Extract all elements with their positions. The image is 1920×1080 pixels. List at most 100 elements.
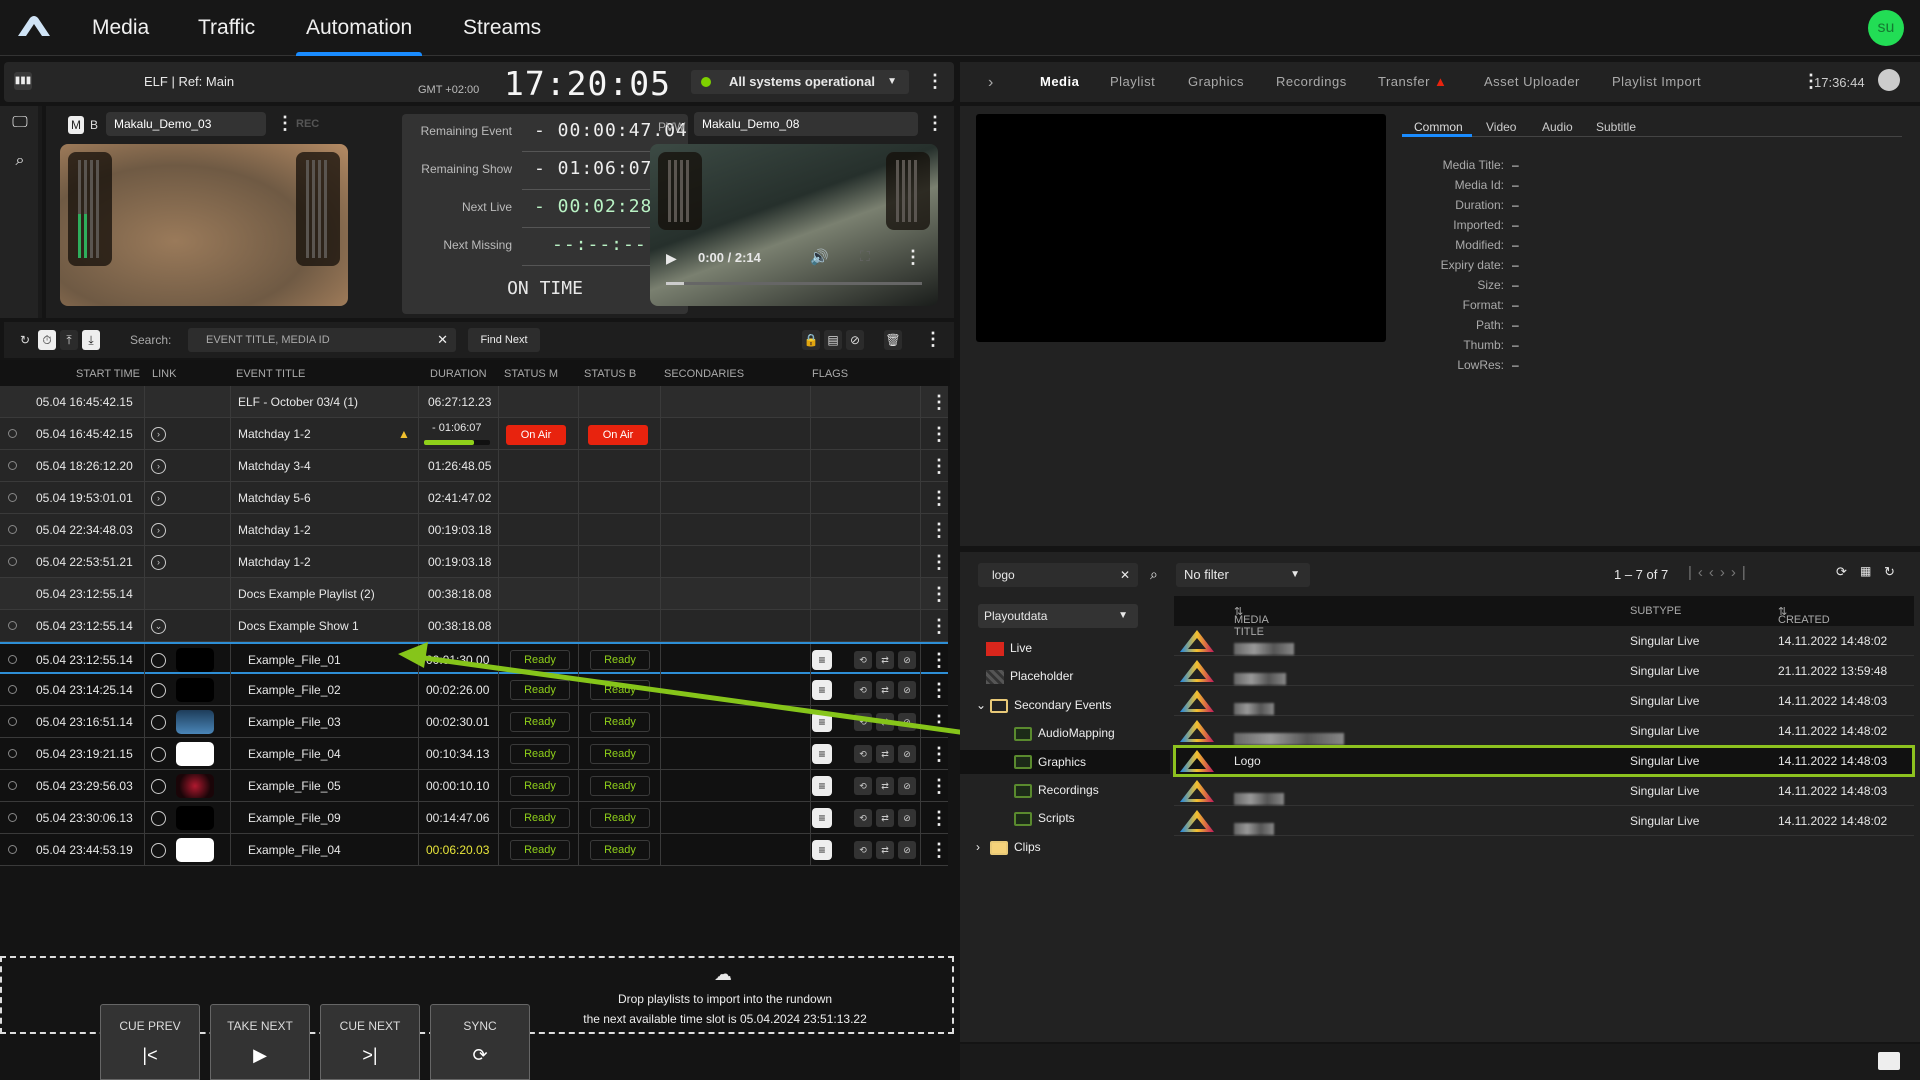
scroll-bottom-icon[interactable]: ⤓ (82, 330, 100, 350)
col-start-time[interactable]: START TIME (76, 368, 140, 380)
clear-search-icon[interactable]: ✕ (437, 328, 448, 352)
channel-menu-button[interactable]: ⋮ (926, 72, 944, 90)
table-row[interactable]: 05.04 19:53:01.01 › Matchday 5-6 02:41:47.0… (0, 482, 948, 514)
flag-loop-icon[interactable]: ⟲ (854, 651, 872, 669)
notes-icon[interactable]: ≡ (812, 680, 832, 700)
row-menu-button[interactable]: ⋮ (930, 770, 948, 802)
flag-loop-icon[interactable]: ⟲ (854, 777, 872, 795)
flag-loop-icon[interactable]: ⟲ (854, 841, 872, 859)
preview-menu-button[interactable]: ⋮ (926, 114, 944, 132)
table-row[interactable]: 05.04 23:30:06.13 Example_File_09 00:14:47… (0, 802, 948, 834)
media-filter-dropdown[interactable]: No filter ▼ (1176, 563, 1310, 587)
user-avatar[interactable]: su (1868, 10, 1904, 46)
tab-graphics[interactable]: Graphics (1188, 74, 1244, 89)
row-menu-button[interactable]: ⋮ (930, 674, 948, 706)
flag-split-icon[interactable]: ⇄ (876, 681, 894, 699)
notes-icon[interactable]: ≡ (812, 808, 832, 828)
table-row[interactable]: 05.04 23:29:56.03 Example_File_05 00:00:10… (0, 770, 948, 802)
flag-split-icon[interactable]: ⇄ (876, 841, 894, 859)
scroll-top-icon[interactable]: ⤒ (60, 330, 78, 350)
row-menu-button[interactable]: ⋮ (930, 802, 948, 834)
find-next-button[interactable]: Find Next (468, 328, 540, 352)
app-logo-icon[interactable] (16, 14, 52, 38)
sync-button[interactable]: SYNC ⟳ (430, 1004, 530, 1080)
flag-split-icon[interactable]: ⇄ (876, 651, 894, 669)
notes-icon[interactable]: ≡ (812, 840, 832, 860)
cue-prev-button[interactable]: CUE PREV |< (100, 1004, 200, 1080)
row-menu-button[interactable]: ⋮ (930, 706, 948, 738)
cue-next-button[interactable]: CUE NEXT >| (320, 1004, 420, 1080)
table-row[interactable]: 05.04 18:26:12.20 › Matchday 3-4 01:26:48.0… (0, 450, 948, 482)
flag-hide-icon[interactable]: ⊘ (898, 681, 916, 699)
tab-common[interactable]: Common (1414, 120, 1463, 134)
refresh-icon[interactable]: ↻ (16, 330, 34, 350)
media-row[interactable]: Singular Live 14.11.2022 14:48:03 (1174, 776, 1914, 806)
tab-audio[interactable]: Audio (1542, 120, 1573, 134)
timer-off-icon[interactable]: ⏱ (38, 330, 56, 350)
system-status-dropdown[interactable]: All systems operational ▼ (691, 70, 909, 94)
media-row[interactable]: Singular Live 21.11.2022 13:59:48 (1174, 656, 1914, 686)
media-row[interactable]: Singular Live 14.11.2022 14:48:02 (1174, 626, 1914, 656)
media-row[interactable]: Logo Singular Live 14.11.2022 14:48:03 (1173, 745, 1915, 777)
table-row[interactable]: 05.04 23:12:55.14 Docs Example Playlist (… (0, 578, 948, 610)
rundown-search-input[interactable]: EVENT TITLE, MEDIA ID ✕ (188, 328, 456, 352)
fullscreen-icon[interactable]: ⛶ (860, 248, 870, 265)
hide-secondaries-icon[interactable]: ⊘ (846, 330, 864, 350)
media-row[interactable]: Singular Live 14.11.2022 14:48:02 (1174, 716, 1914, 746)
volume-icon[interactable]: 🔊 (810, 248, 829, 266)
link-icon[interactable]: › (151, 459, 166, 474)
row-menu-button[interactable]: ⋮ (930, 738, 948, 770)
table-row[interactable]: 05.04 22:53:51.21 › Matchday 1-2 00:19:03.1… (0, 546, 948, 578)
source-dropdown[interactable]: Playoutdata ▼ (978, 604, 1138, 628)
col-duration[interactable]: DURATION (430, 368, 487, 380)
row-menu-button[interactable]: ⋮ (930, 834, 948, 866)
flag-split-icon[interactable]: ⇄ (876, 713, 894, 731)
nav-media[interactable]: Media (92, 0, 149, 56)
chevron-down-icon[interactable]: ⌄ (976, 693, 990, 717)
rec-indicator[interactable]: REC (296, 118, 319, 130)
col-media-title[interactable]: MEDIA TITLE ⇅ (1234, 605, 1268, 638)
preview-video-player[interactable]: ▶ 0:00 / 2:14 🔊 ⛶ ⋮ (650, 144, 938, 306)
media-row[interactable]: Singular Live 14.11.2022 14:48:03 (1174, 686, 1914, 716)
table-row[interactable]: 05.04 23:16:51.14 Example_File_03 00:02:30… (0, 706, 948, 738)
tab-media[interactable]: Media (1040, 74, 1079, 89)
tree-item[interactable]: Graphics (960, 749, 1170, 774)
monitor-icon[interactable]: 🖵 (8, 114, 32, 138)
tree-item[interactable]: Live (976, 636, 1170, 660)
row-menu-button[interactable]: ⋮ (930, 610, 948, 642)
col-event-title[interactable]: EVENT TITLE (236, 368, 305, 380)
flag-loop-icon[interactable]: ⟲ (854, 681, 872, 699)
tree-item[interactable]: Scripts (1014, 806, 1170, 830)
take-next-button[interactable]: TAKE NEXT ▶ (210, 1004, 310, 1080)
flag-loop-icon[interactable]: ⟲ (854, 809, 872, 827)
program-menu-button[interactable]: ⋮ (276, 114, 294, 132)
table-row[interactable]: 05.04 23:14:25.14 Example_File_02 00:02:26… (0, 674, 948, 706)
tab-video[interactable]: Video (1486, 120, 1516, 134)
link-icon[interactable]: › (151, 491, 166, 506)
layout-toggle-icon[interactable]: ▮▮▮ (14, 72, 32, 90)
flag-hide-icon[interactable]: ⊘ (898, 777, 916, 795)
table-row[interactable]: 05.04 23:12:55.14 Example_File_01 00:01:30… (0, 642, 948, 676)
tab-transfer[interactable]: Transfer ▲ (1378, 74, 1447, 89)
tab-recordings[interactable]: Recordings (1276, 74, 1347, 89)
link-icon[interactable]: › (151, 555, 166, 570)
search-icon[interactable]: ⌕ (8, 152, 32, 176)
table-row[interactable]: 05.04 16:45:42.15 › Matchday 1-2 ▲ - 01:06:0… (0, 418, 948, 450)
link-icon[interactable]: › (151, 523, 166, 538)
nav-automation[interactable]: Automation (295, 0, 423, 56)
row-menu-button[interactable]: ⋮ (930, 644, 948, 676)
chevron-right-icon[interactable]: › (976, 835, 990, 859)
row-menu-button[interactable]: ⋮ (930, 546, 948, 578)
tree-item[interactable]: Recordings (1014, 778, 1170, 802)
grid-view-icon[interactable]: ▦ (1860, 564, 1871, 578)
flag-split-icon[interactable]: ⇄ (876, 745, 894, 763)
row-menu-button[interactable]: ⋮ (930, 482, 948, 514)
tree-item[interactable]: AudioMapping (1014, 721, 1170, 745)
tree-item[interactable]: › Clips (976, 835, 1170, 859)
player-seek-bar[interactable] (666, 282, 922, 285)
tab-asset-uploader[interactable]: Asset Uploader (1484, 74, 1580, 89)
flag-hide-icon[interactable]: ⊘ (898, 745, 916, 763)
tab-playlist-import[interactable]: Playlist Import (1612, 74, 1701, 89)
play-icon[interactable]: ▶ (666, 250, 677, 267)
pagination-controls[interactable]: |‹‹››| (1688, 564, 1752, 581)
